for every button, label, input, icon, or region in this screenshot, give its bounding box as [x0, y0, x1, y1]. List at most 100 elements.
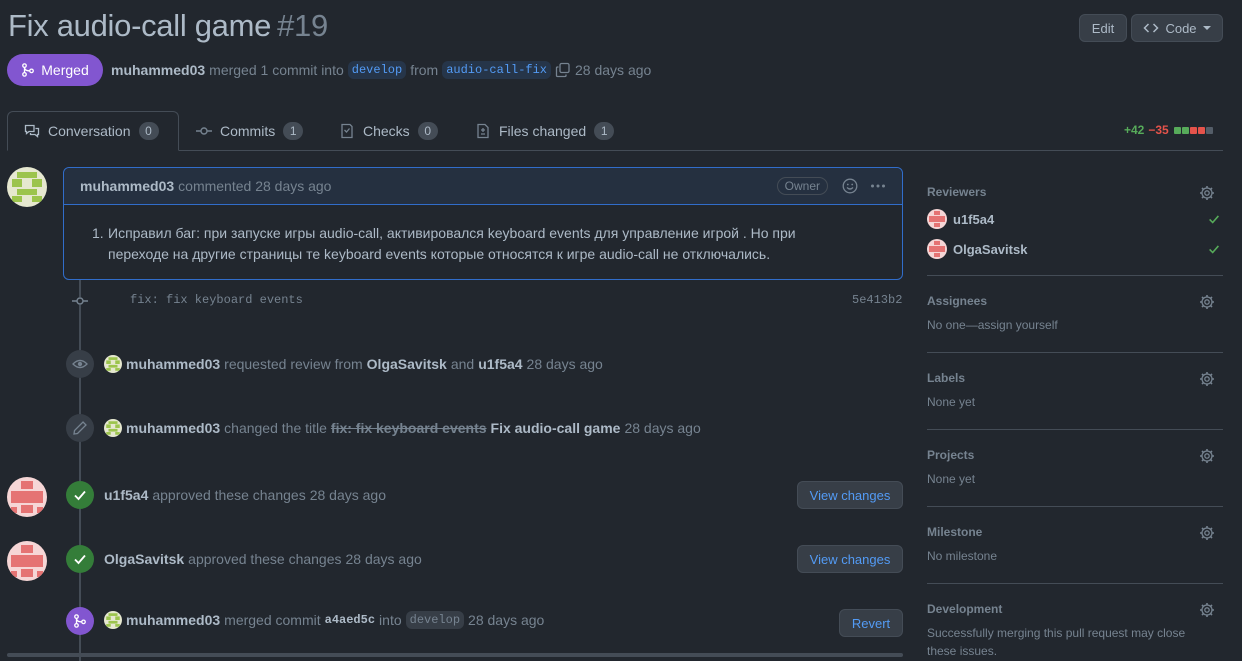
view-changes-button[interactable]: View changes: [797, 545, 903, 573]
commit-message[interactable]: fix: fix keyboard events: [130, 293, 303, 307]
pr-time: 28 days ago: [575, 62, 652, 78]
event-time: 28 days ago: [345, 551, 422, 567]
view-changes-button[interactable]: View changes: [797, 481, 903, 509]
sidebar-title: Projects: [927, 448, 975, 462]
owner-badge: Owner: [776, 177, 828, 195]
merge-branch[interactable]: develop: [405, 611, 465, 629]
chevron-down-icon: [1202, 26, 1211, 30]
head-branch[interactable]: audio-call-fix: [442, 61, 552, 79]
sidebar-value[interactable]: No one—assign yourself: [927, 316, 1223, 334]
gear-icon[interactable]: [1199, 602, 1215, 618]
smiley-icon[interactable]: [842, 178, 858, 194]
sidebar-divider: [927, 583, 1223, 584]
gear-icon[interactable]: [1199, 448, 1215, 464]
avatar[interactable]: [7, 167, 47, 207]
pencil-icon: [66, 414, 94, 442]
event-text: requested review from: [224, 356, 363, 372]
sidebar-labels: Labels None yet: [927, 371, 1223, 411]
sidebar-title: Development: [927, 602, 1003, 616]
event-actor[interactable]: muhammed03: [126, 420, 220, 436]
event-actor[interactable]: OlgaSavitsk: [104, 551, 184, 567]
edit-button[interactable]: Edit: [1079, 14, 1127, 42]
file-diff-icon: [477, 123, 489, 139]
gear-icon[interactable]: [1199, 185, 1215, 201]
check-icon: [1209, 245, 1219, 254]
tab-counter: 1: [594, 122, 615, 140]
git-merge-icon: [22, 63, 35, 77]
diffstat-additions: +42: [1124, 123, 1145, 137]
sidebar-value: None yet: [927, 395, 976, 409]
tab-conversation[interactable]: Conversation 0: [7, 111, 179, 151]
pr-title: Fix audio-call game: [8, 8, 272, 43]
eye-icon: [66, 350, 94, 378]
tab-commits[interactable]: Commits 1: [180, 111, 319, 151]
avatar[interactable]: [104, 419, 122, 437]
event-text: changed the title: [224, 420, 327, 436]
tab-label: Conversation: [48, 123, 131, 139]
list-number: 1.: [92, 225, 104, 241]
avatar[interactable]: [7, 477, 47, 517]
comment-body: 1. Исправил баг: при запуске игры audio-c…: [64, 205, 902, 265]
sidebar-assignees: Assignees No one—assign yourself: [927, 294, 1223, 334]
pr-author-link[interactable]: muhammed03: [111, 62, 205, 78]
tab-files-changed[interactable]: Files changed 1: [459, 111, 630, 151]
event-actor[interactable]: u1f5a4: [104, 487, 148, 503]
diffstat-bar: [1173, 123, 1213, 137]
tab-counter: 0: [138, 122, 159, 140]
sidebar-title: Reviewers: [927, 185, 987, 199]
avatar[interactable]: [104, 611, 122, 629]
reviewer-name: OlgaSavitsk: [953, 241, 1028, 257]
tab-checks[interactable]: Checks 0: [323, 111, 454, 151]
merge-sha[interactable]: a4aed5c: [325, 613, 375, 627]
merged-status-badge: Merged: [7, 54, 103, 86]
comment-line-2: переходе на другие страницы те keyboard …: [108, 246, 771, 262]
event-time: 28 days ago: [624, 420, 701, 436]
avatar[interactable]: [7, 541, 47, 581]
avatar[interactable]: [104, 355, 122, 373]
event-text: merged commit: [224, 612, 321, 628]
event-actor[interactable]: muhammed03: [126, 612, 220, 628]
reviewer-name: u1f5a4: [953, 211, 995, 227]
sidebar-divider: [927, 352, 1223, 353]
gear-icon[interactable]: [1199, 525, 1215, 541]
sidebar-projects: Projects None yet: [927, 448, 1223, 488]
timeline-line: [79, 280, 81, 661]
status-label: Merged: [41, 62, 89, 78]
event-time: 28 days ago: [468, 612, 545, 628]
copy-icon[interactable]: [555, 62, 571, 78]
event-actor[interactable]: muhammed03: [126, 356, 220, 372]
sidebar-divider: [927, 275, 1223, 276]
sidebar-milestone: Milestone No milestone: [927, 525, 1223, 565]
gear-icon[interactable]: [1199, 294, 1215, 310]
event-text: approved these changes: [188, 551, 342, 567]
avatar: [927, 209, 947, 229]
comment-author[interactable]: muhammed03: [80, 178, 174, 194]
reviewer-item[interactable]: OlgaSavitsk: [927, 239, 1223, 259]
git-commit-icon: [196, 127, 212, 135]
reviewer-item[interactable]: u1f5a4: [927, 209, 1223, 229]
event-time: 28 days ago: [526, 356, 603, 372]
comment-list-item: 1. Исправил баг: при запуске игры audio-c…: [92, 223, 886, 265]
tab-counter: 0: [417, 122, 438, 140]
sidebar-development: Development Successfully merging this pu…: [927, 602, 1223, 660]
event-reviewer[interactable]: OlgaSavitsk: [367, 356, 447, 372]
event-and: and: [450, 356, 475, 372]
horizontal-scrollbar[interactable]: [7, 653, 903, 657]
tab-counter: 1: [283, 122, 304, 140]
event-time: 28 days ago: [309, 487, 386, 503]
event-into: into: [379, 612, 402, 628]
rename-event: muhammed03 changed the title fix: fix ke…: [104, 419, 701, 437]
sidebar-reviewers: Reviewers u1f5a4 OlgaSavitsk: [927, 185, 1223, 259]
code-button[interactable]: Code: [1131, 14, 1223, 42]
comment-box: muhammed03 commented 28 days ago Owner 1…: [63, 167, 903, 280]
checklist-icon: [341, 123, 353, 139]
kebab-horizontal-icon[interactable]: [870, 178, 886, 194]
git-commit-icon: [72, 297, 88, 305]
event-reviewer[interactable]: u1f5a4: [478, 356, 522, 372]
base-branch[interactable]: develop: [347, 61, 407, 79]
revert-button[interactable]: Revert: [839, 609, 903, 637]
check-icon: [66, 481, 94, 509]
sidebar-title: Labels: [927, 371, 966, 385]
commit-sha[interactable]: 5e413b2: [852, 293, 902, 307]
gear-icon[interactable]: [1199, 371, 1215, 387]
